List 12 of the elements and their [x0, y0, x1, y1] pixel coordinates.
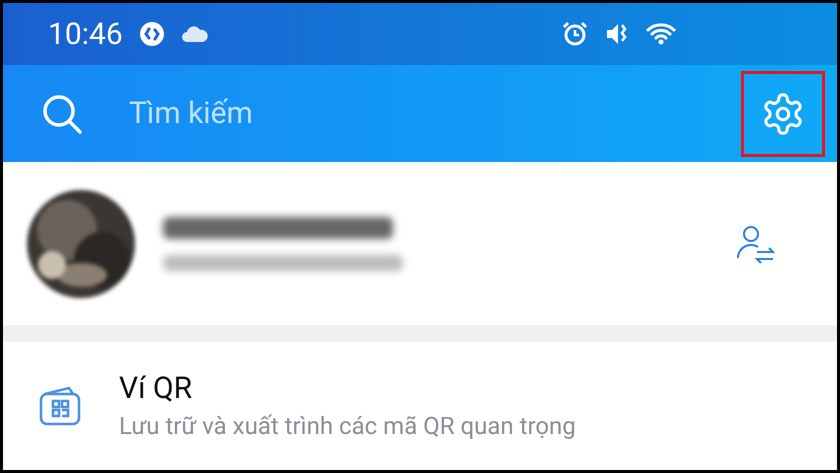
qr-wallet-icon: [39, 386, 83, 426]
alarm-icon: [562, 21, 588, 47]
search-field[interactable]: Tìm kiếm: [129, 91, 741, 136]
wifi-icon: [646, 22, 676, 46]
search-bar[interactable]: Tìm kiếm: [3, 65, 837, 162]
search-icon[interactable]: [41, 92, 83, 134]
menu-item[interactable]: Ví QR Lưu trữ và xuất trình các mã QR quan trọng: [3, 342, 837, 470]
settings-button[interactable]: [741, 70, 825, 156]
status-time: 10:46: [48, 16, 123, 54]
menu-item-title: Ví QR: [119, 374, 194, 404]
menu-item-subtitle: Lưu trữ và xuất trình các mã QR quan trọng: [119, 414, 576, 438]
cloud-icon: [180, 25, 209, 43]
